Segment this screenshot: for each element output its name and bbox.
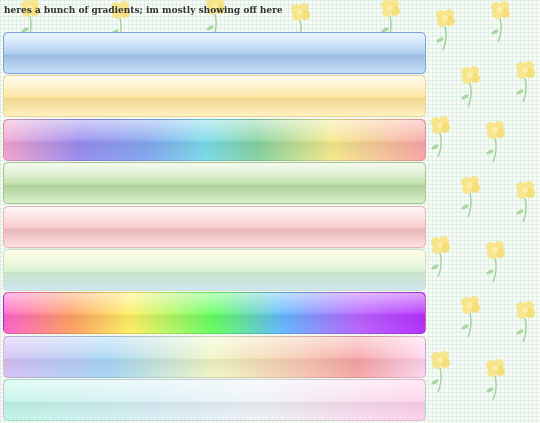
gradient-bar-bright-rainbow [3,292,426,335]
page-header: heres a bunch of gradients; im mostly sh… [4,6,283,16]
gradient-bar-blue [3,32,426,74]
gradient-bar-yellow [3,75,426,118]
gradient-bar-green [3,162,426,205]
gradient-bar-pastel-rainbow [3,118,426,161]
gradient-bar-mint-pink [3,379,426,422]
gradient-bar-list [3,32,426,423]
gradient-bar-yellow-blue [3,248,426,291]
gradient-bar-lavender-rainbow [3,335,426,378]
gradient-bar-pink [3,205,426,248]
